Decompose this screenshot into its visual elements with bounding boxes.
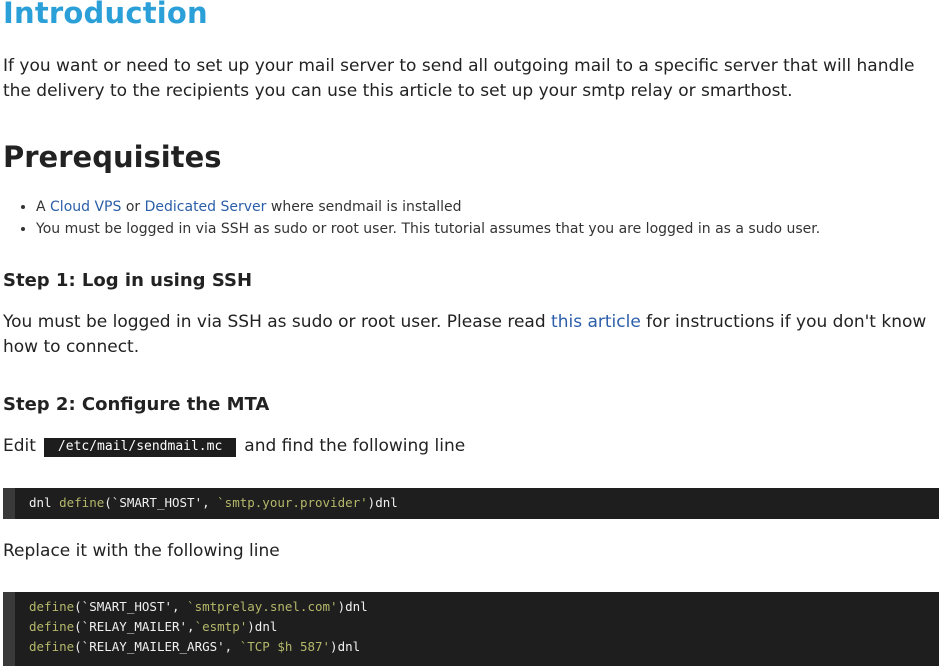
code-token: define — [59, 495, 105, 510]
replace-text: Replace it with the following line — [3, 541, 280, 561]
code-token: (`SMART_HOST', — [104, 495, 218, 510]
prereq-item1-middle: or — [121, 199, 145, 215]
step1-text-before: You must be logged in via SSH as sudo or… — [3, 312, 552, 332]
code-block-original: dnl define(`SMART_HOST', `smtp.your.prov… — [3, 488, 939, 519]
code-token: (`SMART_HOST', — [74, 599, 188, 614]
prereq-item1-suffix: where sendmail is installed — [266, 199, 462, 215]
code-token: `TCP $h 587' — [239, 639, 331, 654]
code-token: (`RELAY_MAILER_ARGS', — [74, 639, 240, 654]
step2-edit-line: Edit/etc/mail/sendmail.mc and find the fo… — [3, 434, 938, 459]
code-token: `smtprelay.snel.com' — [187, 599, 338, 614]
code-token: )dnl — [330, 639, 361, 654]
prerequisite-item-ssh: You must be logged in via SSH as sudo or… — [36, 218, 820, 240]
code-token: define — [29, 639, 75, 654]
step1-title: Step 1: Log in using SSH — [3, 270, 253, 291]
code-token: `smtp.your.provider' — [217, 495, 368, 510]
this-article-link[interactable]: this article — [551, 312, 641, 332]
dedicated-server-link[interactable]: Dedicated Server — [145, 199, 267, 215]
file-path-code: /etc/mail/sendmail.mc — [43, 438, 237, 457]
code-token: define — [29, 619, 75, 634]
edit-suffix: and find the following line — [244, 436, 466, 456]
code-line: dnl define(`SMART_HOST', `smtp.your.prov… — [29, 493, 939, 513]
prerequisite-item-server: A Cloud VPS or Dedicated Server where se… — [36, 196, 820, 218]
code-token: (`RELAY_MAILER', — [74, 619, 195, 634]
code-line: define(`SMART_HOST', `smtprelay.snel.com… — [29, 597, 939, 617]
code-block-replacement: define(`SMART_HOST', `smtprelay.snel.com… — [3, 592, 939, 666]
code-line: define(`RELAY_MAILER',`esmtp')dnl — [29, 617, 939, 637]
edit-prefix: Edit — [3, 436, 36, 456]
intro-paragraph: If you want or need to set up your mail … — [3, 56, 915, 101]
code-token: )dnl — [367, 495, 398, 510]
cloud-vps-link[interactable]: Cloud VPS — [50, 199, 121, 215]
code-token: define — [29, 599, 75, 614]
code-token: dnl — [29, 495, 60, 510]
code-token: `esmtp' — [194, 619, 248, 634]
intro-title: Introduction — [3, 0, 208, 30]
prerequisites-list: A Cloud VPS or Dedicated Server where se… — [0, 196, 820, 240]
step2-title: Step 2: Configure the MTA — [3, 394, 270, 415]
prerequisites-title: Prerequisites — [3, 140, 222, 174]
code-line: define(`RELAY_MAILER_ARGS', `TCP $h 587'… — [29, 637, 939, 657]
code-token: )dnl — [247, 619, 278, 634]
prereq-item1-prefix: A — [36, 199, 51, 215]
step1-paragraph: You must be logged in via SSH as sudo or… — [3, 310, 938, 360]
code-token: )dnl — [337, 599, 368, 614]
